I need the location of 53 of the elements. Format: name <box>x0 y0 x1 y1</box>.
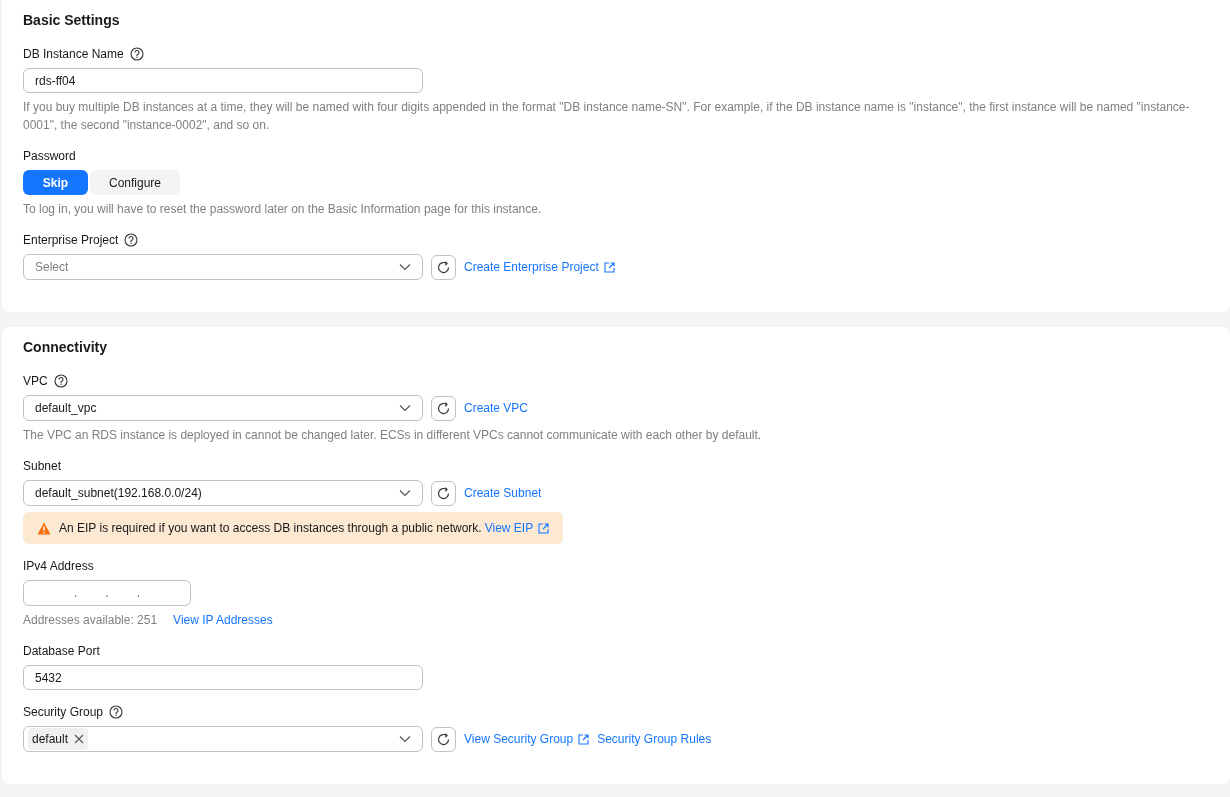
select-value: default_vpc <box>35 400 97 417</box>
link[interactable]: View EIP <box>484 519 550 537</box>
ip-separator: . <box>105 585 109 602</box>
tag-label: default <box>32 731 69 748</box>
ip-address-input[interactable]: . . . <box>23 580 191 606</box>
close-icon[interactable] <box>74 734 85 744</box>
link[interactable]: Create Enterprise Project <box>464 258 615 276</box>
text-input[interactable]: 5432 <box>23 665 423 690</box>
chevron-down-icon <box>399 735 411 743</box>
field-label: IPv4 Address <box>23 558 94 574</box>
section-title: Connectivity <box>23 338 108 357</box>
warning-icon <box>37 521 51 535</box>
external-link-icon <box>538 522 550 534</box>
select-dropdown[interactable]: default_subnet(192.168.0.0/24) <box>23 480 423 506</box>
field-label: Password <box>23 148 76 164</box>
field-label: DB Instance Name <box>23 46 124 62</box>
warning-text: An EIP is required if you want to access DB instances through a public network. <box>59 520 482 537</box>
segment-option[interactable]: Configure <box>90 170 180 195</box>
link[interactable]: Security Group Rules <box>597 730 712 748</box>
refresh-button[interactable] <box>431 395 456 421</box>
refresh-icon <box>437 486 450 500</box>
field-label: Enterprise Project <box>23 232 119 248</box>
ip-separator: . <box>136 585 140 602</box>
field-label: Subnet <box>23 458 62 474</box>
hint-text: The VPC an RDS instance is deployed in cannot be changed later. ECSs in different VPCs cannot communicate with each other by default. <box>23 427 762 444</box>
text-input[interactable]: rds-ff04 <box>23 68 423 93</box>
link[interactable]: View Security Group <box>464 730 590 748</box>
chevron-down-icon <box>399 489 411 497</box>
field-label: Security Group <box>23 704 104 720</box>
select-dropdown[interactable]: default <box>23 726 423 752</box>
refresh-button[interactable] <box>431 254 456 280</box>
hint-text: To log in, you will have to reset the password later on the Basic Information page for this instance. <box>23 201 542 218</box>
select-dropdown[interactable]: default_vpc <box>23 395 423 421</box>
refresh-button[interactable] <box>431 726 456 752</box>
chevron-down-icon <box>399 263 411 271</box>
ip-separator: . <box>74 585 78 602</box>
hint-text: If you buy multiple DB instances at a time, they will be named with four digits appended in the format "DB instance name-SN". For example, if the DB instance name is "instance", the first instance will be named "instance-0001", the second "instance-0002", and so on. <box>23 99 1191 134</box>
link[interactable]: Create Subnet <box>464 484 542 502</box>
link[interactable]: View IP Addresses <box>173 611 273 629</box>
refresh-icon <box>437 401 450 415</box>
hint-text: Addresses available: 251 <box>23 612 158 629</box>
refresh-icon <box>437 260 450 274</box>
field-label: Database Port <box>23 643 100 659</box>
segment-option[interactable]: Skip <box>23 170 88 195</box>
chevron-down-icon <box>399 404 411 412</box>
section-title: Basic Settings <box>23 11 121 30</box>
select-placeholder: Select <box>35 259 69 276</box>
refresh-button[interactable] <box>431 480 456 506</box>
select-value: default_subnet(192.168.0.0/24) <box>35 485 202 502</box>
refresh-icon <box>437 732 450 746</box>
link[interactable]: Create VPC <box>464 399 529 417</box>
field-label: VPC <box>23 373 48 389</box>
select-dropdown[interactable]: Select <box>23 254 423 280</box>
